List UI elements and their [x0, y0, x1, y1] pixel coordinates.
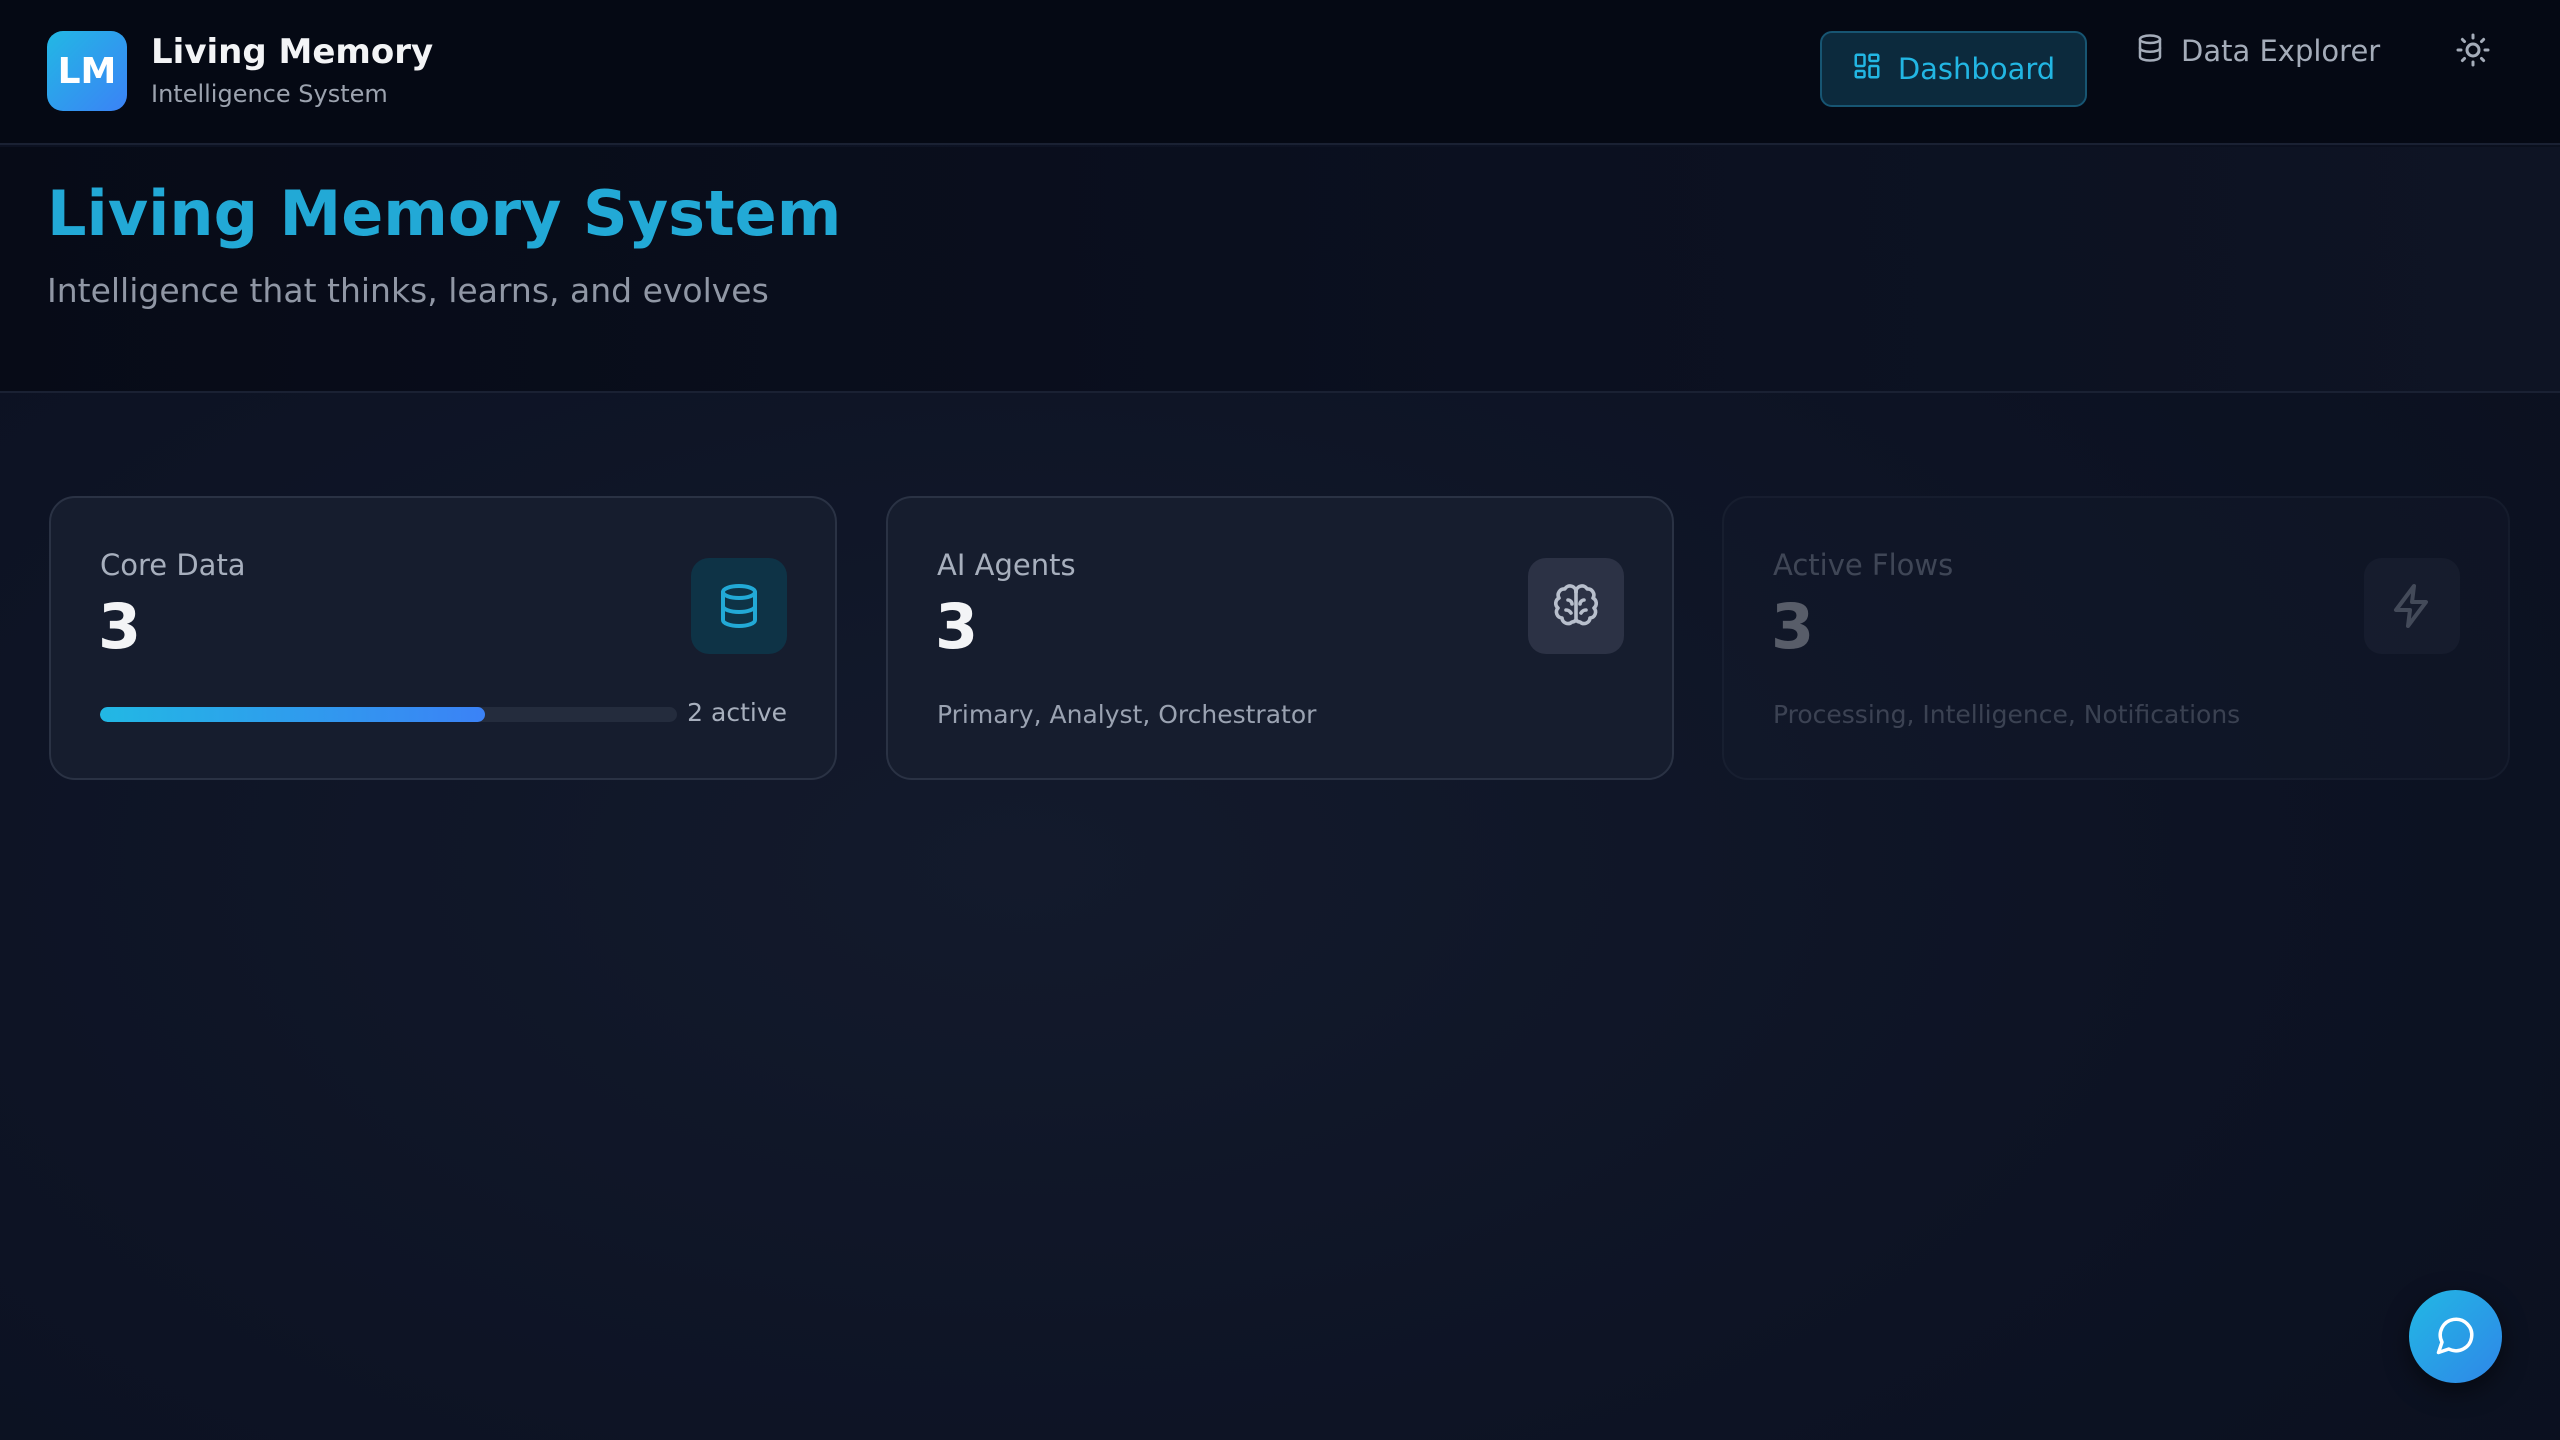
database-icon [691, 558, 787, 654]
nav-dashboard-label: Dashboard [1897, 52, 2056, 86]
app-logo[interactable]: LM [47, 31, 127, 111]
card-value: 3 [98, 590, 142, 663]
database-icon [2135, 33, 2165, 70]
brain-icon [1528, 558, 1624, 654]
nav-dashboard-button[interactable]: Dashboard [1820, 31, 2087, 107]
card-label: Active Flows [1773, 548, 1954, 582]
zap-icon [2364, 558, 2460, 654]
layout-dashboard-icon [1852, 51, 1882, 88]
card-description: Processing, Intelligence, Notifications [1773, 700, 2241, 729]
stat-card-ai-agents[interactable]: AI Agents 3 Primary, Analyst, Orchestrat… [886, 496, 1674, 780]
page-subtitle: Intelligence that thinks, learns, and ev… [47, 271, 769, 310]
message-circle-icon [2435, 1314, 2477, 1360]
nav-data-explorer-button[interactable]: Data Explorer [2135, 31, 2380, 71]
card-value: 3 [935, 590, 979, 663]
top-navigation-bar: LM Living Memory Intelligence System Das… [0, 0, 2560, 145]
theme-toggle-button[interactable] [2453, 32, 2493, 72]
stat-card-active-flows[interactable]: Active Flows 3 Processing, Intelligence,… [1722, 496, 2510, 780]
progress-bar [100, 707, 677, 722]
app-subtitle: Intelligence System [151, 80, 388, 108]
card-label: AI Agents [937, 548, 1076, 582]
page-title: Living Memory System [47, 177, 842, 250]
progress-text: 2 active [687, 698, 787, 727]
stat-card-core-data[interactable]: Core Data 3 2 active [49, 496, 837, 780]
card-description: Primary, Analyst, Orchestrator [937, 700, 1317, 729]
hero-section: Living Memory System Intelligence that t… [0, 147, 2560, 393]
progress-fill [100, 707, 485, 722]
nav-data-explorer-label: Data Explorer [2181, 34, 2381, 68]
chat-button[interactable] [2409, 1290, 2502, 1383]
app-title: Living Memory [151, 32, 434, 72]
card-label: Core Data [100, 548, 246, 582]
card-value: 3 [1771, 590, 1815, 663]
sun-icon [2455, 32, 2491, 72]
